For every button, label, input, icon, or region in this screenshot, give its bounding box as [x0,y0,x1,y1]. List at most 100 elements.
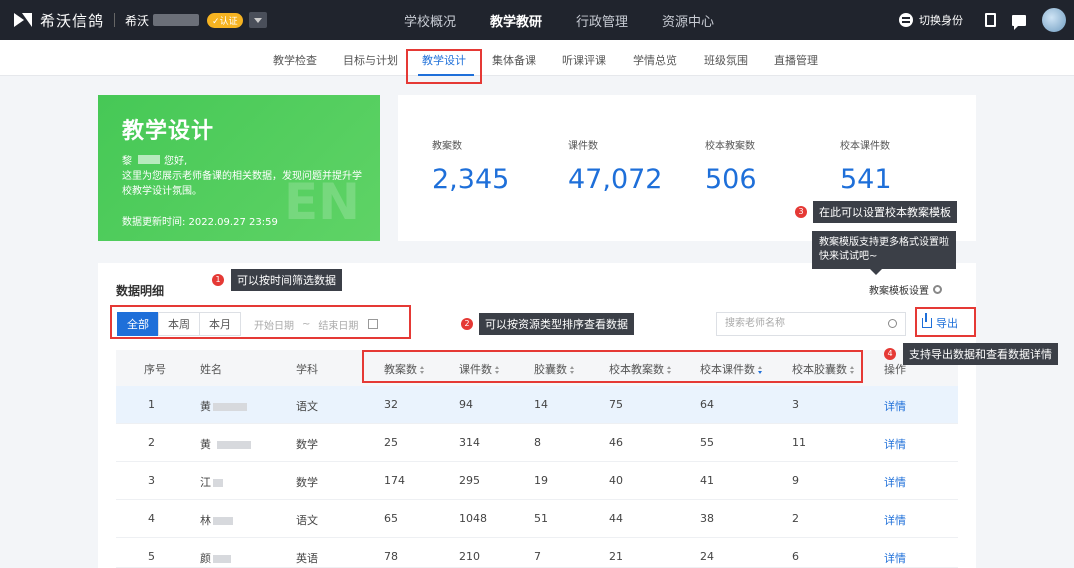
col-name: 姓名 [200,363,222,376]
template-settings-link[interactable]: 教案模板设置 [869,282,942,297]
cell-subject: 英语 [296,552,318,565]
cell-school-capsules: 11 [792,436,806,449]
cell-school-courseware: 55 [700,436,714,449]
chevron-down-icon[interactable] [248,12,267,28]
tab-live-management[interactable]: 直播管理 [774,52,818,68]
nav-teaching-research[interactable]: 教学教研 [490,11,542,30]
annotation-number-1: 1 [212,274,224,286]
cell-lesson-plans: 32 [384,398,398,411]
cell-school-capsules: 6 [792,550,799,563]
name-redacted [216,441,251,449]
cell-index: 5 [148,550,155,563]
brand-name: 希沃信鸽 [40,11,105,30]
tab-learning-overview[interactable]: 学情总览 [633,52,677,68]
annotation-2: 可以按资源类型排序查看数据 [479,313,634,335]
avatar[interactable] [1042,8,1066,32]
school-selector[interactable]: 希沃 ✓认证 [125,12,267,29]
annotation-number-4: 4 [884,348,896,360]
cell-capsules: 14 [534,398,548,411]
cell-capsules: 51 [534,512,548,525]
school-name-redacted [153,14,200,26]
cell-school-capsules: 3 [792,398,799,411]
message-icon[interactable] [1012,14,1026,30]
greeting-text: 您好, [164,156,188,167]
detail-link[interactable]: 详情 [884,474,906,490]
nav-resource-center[interactable]: 资源中心 [662,11,714,30]
cell-school-courseware: 64 [700,398,714,411]
table-row: 3 江 数学 174 295 19 40 41 9 详情 [116,462,958,500]
cell-capsules: 7 [534,550,541,563]
tab-lesson-review[interactable]: 听课评课 [562,52,606,68]
cell-school-plans: 21 [609,550,623,563]
sub-nav: 教学检查 目标与计划 教学设计 集体备课 听课评课 学情总览 班级氛围 直播管理 [0,40,1074,76]
detail-link[interactable]: 详情 [884,512,906,528]
name-redacted [213,555,231,563]
cell-index: 3 [148,474,155,487]
cell-subject: 数学 [296,476,318,489]
details-title: 数据明细 [116,284,165,298]
cell-courseware: 1048 [459,512,487,525]
annotation-number-2: 2 [461,318,473,330]
cell-index: 1 [148,398,155,411]
tab-class-atmosphere[interactable]: 班级氛围 [704,52,748,68]
highlight-active-tab [406,49,482,84]
divider [114,13,116,27]
cell-index: 2 [148,436,155,449]
cell-lesson-plans: 25 [384,436,398,449]
highlight-sortable-columns [362,350,863,383]
detail-link[interactable]: 详情 [884,398,906,414]
tab-group-prep[interactable]: 集体备课 [492,52,536,68]
detail-link[interactable]: 详情 [884,436,906,452]
detail-link[interactable]: 详情 [884,550,906,566]
cell-school-plans: 75 [609,398,623,411]
stat-value: 541 [840,164,892,195]
stat-label: 校本课件数 [840,141,890,152]
update-time: 数据更新时间: 2022.09.27 23:59 [122,217,278,228]
cell-subject: 数学 [296,438,318,451]
nav-admin[interactable]: 行政管理 [576,11,628,30]
annotation-1: 可以按时间筛选数据 [231,269,342,291]
name-redacted [213,403,247,411]
cell-name: 黄 [200,436,251,452]
top-right-actions: 切换身份 [899,0,1066,40]
tab-teaching-check[interactable]: 教学检查 [273,52,317,68]
cell-subject: 语文 [296,514,318,527]
hero-greeting: 黎 您好, [122,152,187,167]
teacher-search-input[interactable]: 搜索老师名称 [716,312,906,336]
col-index: 序号 [144,363,166,376]
stat-label: 课件数 [568,141,598,152]
table-row: 5 颜 英语 78 210 7 21 24 6 详情 [116,538,958,568]
stat-lesson-plans: 教案数 2,345 [432,137,509,195]
teaching-design-hero: 教学设计 EN 黎 您好, 这里为您展示老师备课的相关数据，发现问题并提升学校教… [98,95,380,241]
cell-school-courseware: 41 [700,474,714,487]
nav-school-overview[interactable]: 学校概况 [404,11,456,30]
tab-goals-plans[interactable]: 目标与计划 [343,52,398,68]
cell-school-plans: 44 [609,512,623,525]
name-redacted [213,479,223,487]
cell-school-capsules: 2 [792,512,799,525]
search-icon[interactable] [888,319,897,328]
stat-school-plans: 校本教案数 506 [705,137,757,195]
switch-identity-button[interactable]: 切换身份 [899,12,963,28]
name-redacted [213,517,233,525]
stat-school-courseware: 校本课件数 541 [840,137,892,195]
cell-courseware: 210 [459,550,480,563]
cell-name: 林 [200,512,233,528]
user-name-initial: 黎 [122,156,132,167]
document-icon[interactable] [985,13,996,27]
switch-identity-label: 切换身份 [919,14,963,27]
table-row: 2 黄 数学 25 314 8 46 55 11 详情 [116,424,958,462]
cell-lesson-plans: 78 [384,550,398,563]
gear-icon [933,285,942,294]
cell-name: 黄 [200,398,247,414]
cell-school-courseware: 24 [700,550,714,563]
brand-logo[interactable]: 希沃信鸽 [14,10,104,31]
highlight-time-filter [110,305,411,339]
top-bar: 希沃信鸽 希沃 ✓认证 学校概况 教学教研 行政管理 资源中心 切换身份 [0,0,1074,40]
stat-courseware: 课件数 47,072 [568,137,662,195]
cell-index: 4 [148,512,155,525]
cell-courseware: 314 [459,436,480,449]
cell-name: 江 [200,474,223,490]
cell-name: 颜 [200,550,231,566]
template-feature-tooltip: 教案模版支持更多格式设置啦快来试试吧~ [812,231,956,275]
